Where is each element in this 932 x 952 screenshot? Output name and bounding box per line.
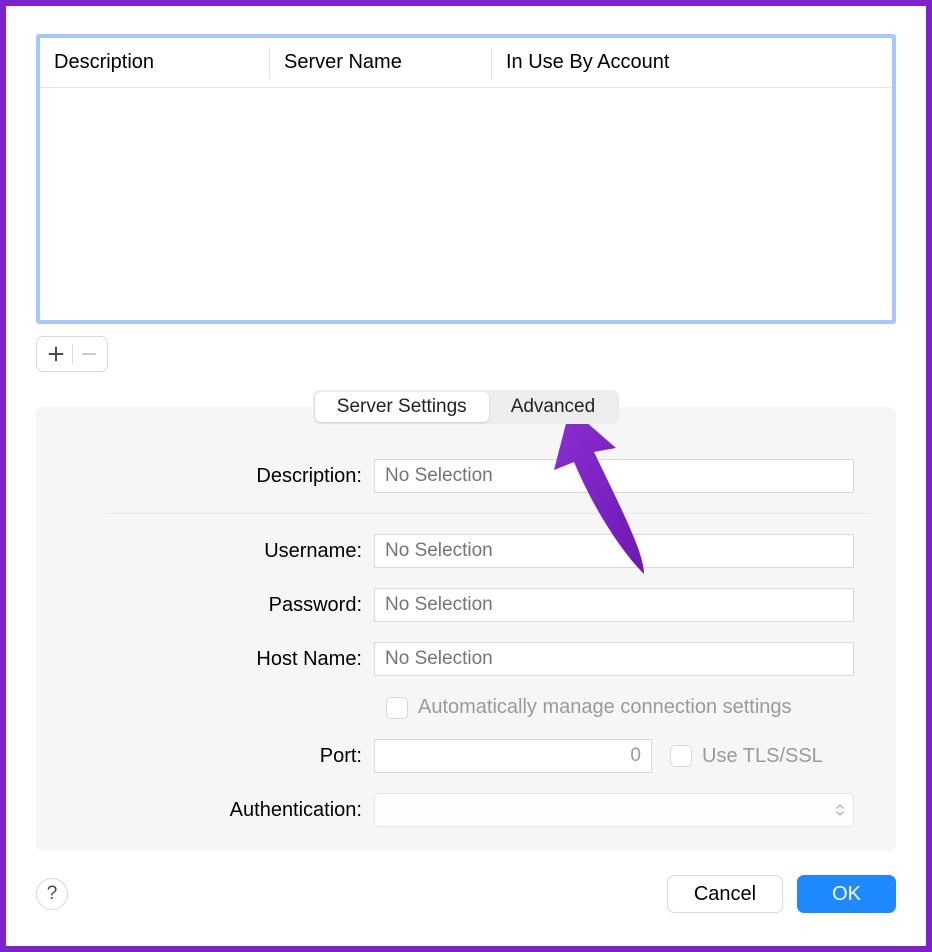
remove-button[interactable] [73, 338, 105, 370]
auto-manage-label: Automatically manage connection settings [418, 696, 792, 719]
password-input[interactable] [374, 588, 854, 622]
table-header-description[interactable]: Description [40, 47, 270, 79]
port-label: Port: [62, 745, 374, 768]
tls-checkbox[interactable] [670, 745, 692, 767]
username-input[interactable] [374, 534, 854, 568]
description-input[interactable] [374, 459, 854, 493]
footer: ? Cancel OK [36, 875, 896, 913]
hostname-label: Host Name: [62, 648, 374, 671]
tls-label: Use TLS/SSL [702, 745, 823, 768]
description-label: Description: [62, 465, 374, 488]
minus-icon [81, 346, 97, 362]
auth-select[interactable] [374, 793, 854, 827]
tab-advanced[interactable]: Advanced [489, 392, 618, 422]
username-label: Username: [62, 540, 374, 563]
panel-divider [106, 513, 870, 514]
port-input[interactable] [374, 739, 652, 773]
auto-manage-checkbox[interactable] [386, 697, 408, 719]
table-header-row: Description Server Name In Use By Accoun… [40, 38, 892, 88]
auth-label: Authentication: [62, 799, 374, 822]
table-header-in-use[interactable]: In Use By Account [492, 47, 892, 79]
ok-button[interactable]: OK [797, 875, 896, 913]
tab-server-settings[interactable]: Server Settings [315, 392, 489, 422]
server-table[interactable]: Description Server Name In Use By Accoun… [36, 34, 896, 324]
select-caret-icon [835, 803, 845, 817]
table-header-server-name[interactable]: Server Name [270, 47, 492, 79]
add-button[interactable] [40, 338, 72, 370]
cancel-button[interactable]: Cancel [667, 875, 783, 913]
add-remove-toolbar [36, 336, 108, 372]
help-button[interactable]: ? [36, 878, 68, 910]
password-label: Password: [62, 594, 374, 617]
hostname-input[interactable] [374, 642, 854, 676]
tab-bar: Server Settings Advanced [36, 390, 896, 424]
settings-panel: Description: Username: Password: Host Na… [36, 407, 896, 851]
plus-icon [48, 346, 64, 362]
